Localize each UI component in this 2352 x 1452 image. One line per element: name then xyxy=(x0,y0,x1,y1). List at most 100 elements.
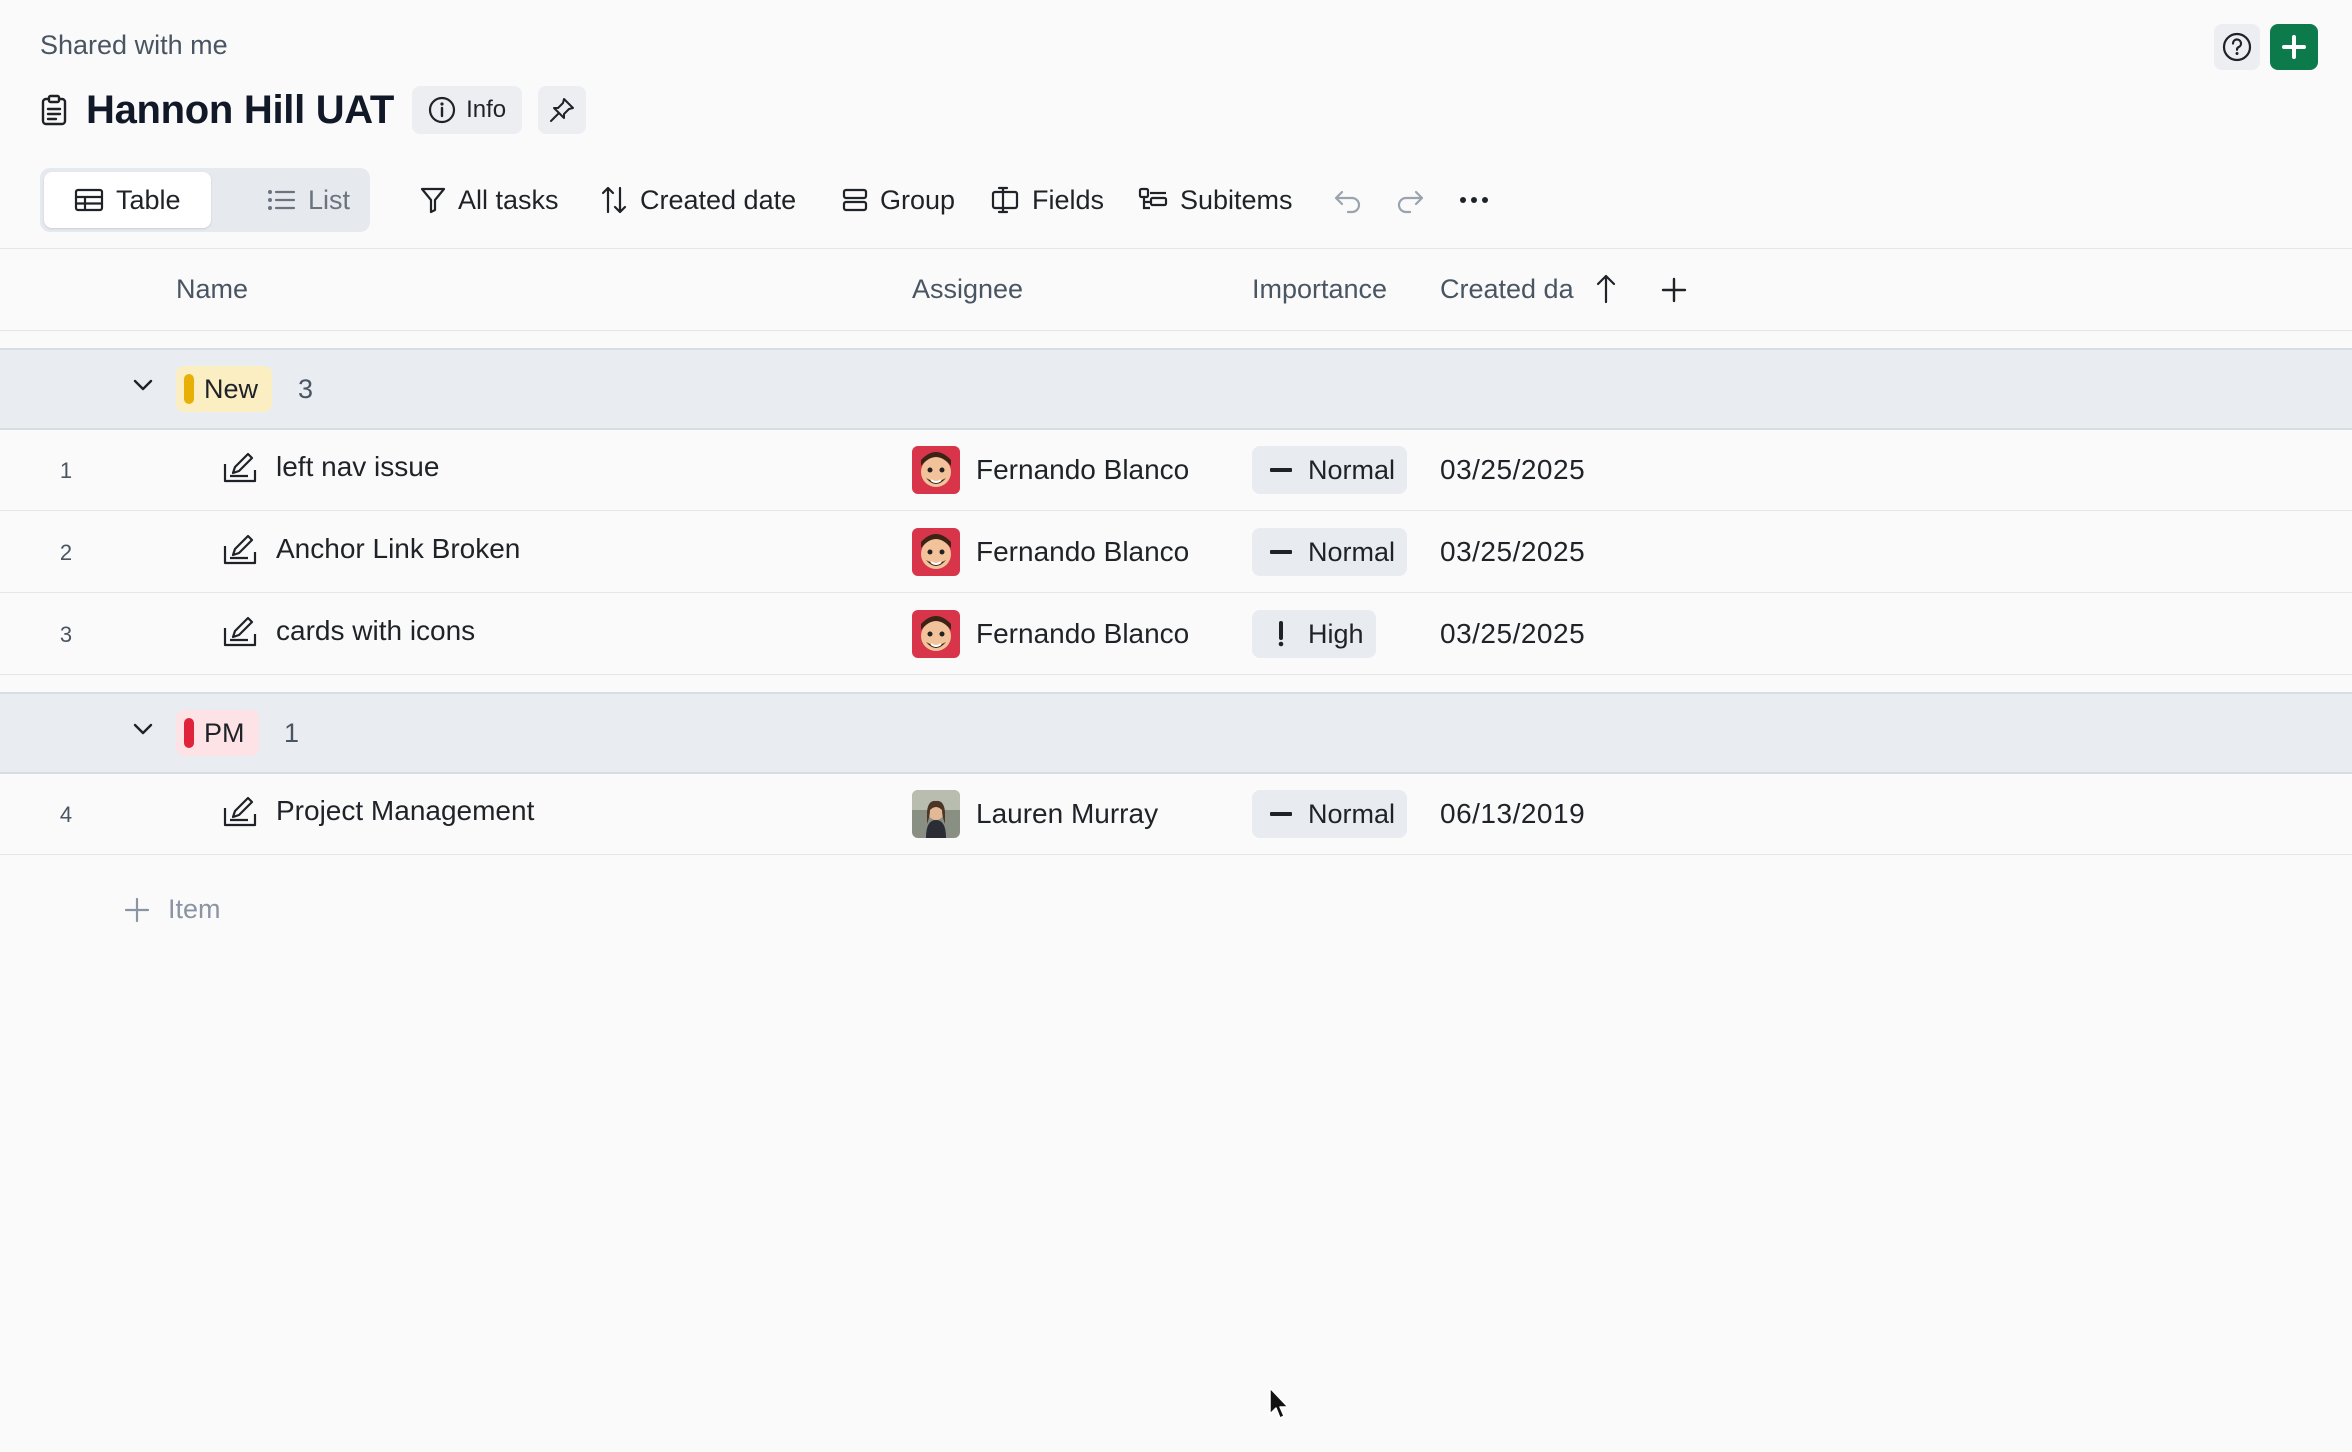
more-button[interactable] xyxy=(1458,180,1490,220)
filter-label: All tasks xyxy=(458,184,559,215)
group-header-new[interactable]: New 3 xyxy=(0,348,2352,430)
help-button[interactable] xyxy=(2214,24,2260,70)
undo-icon xyxy=(1334,190,1361,214)
importance-badge[interactable]: Normal xyxy=(1252,528,1408,576)
info-button[interactable]: Info xyxy=(412,86,523,134)
sort-icon xyxy=(601,186,627,214)
redo-button[interactable] xyxy=(1394,180,1426,220)
assignee-cell[interactable]: Lauren Murray xyxy=(912,790,1158,838)
column-header-importance[interactable]: Importance xyxy=(1252,274,1387,305)
row-number: 3 xyxy=(59,622,73,647)
divider xyxy=(0,510,2352,511)
table-row[interactable]: 1 left nav issue Fernando Blanco Normal … xyxy=(0,430,2352,510)
info-label: Info xyxy=(466,96,507,123)
exclamation-icon xyxy=(1278,621,1284,647)
importance-badge[interactable]: Normal xyxy=(1252,790,1408,838)
tab-table[interactable]: Table xyxy=(44,172,211,228)
add-column-icon[interactable] xyxy=(1660,276,1688,304)
importance-badge[interactable]: High xyxy=(1252,610,1376,658)
assignee-name: Lauren Murray xyxy=(976,798,1159,829)
importance-label: Normal xyxy=(1308,798,1396,829)
column-header-created[interactable]: Created da xyxy=(1440,274,1580,305)
task-cell: Anchor Link Broken xyxy=(222,532,520,566)
task-name[interactable]: left nav issue xyxy=(276,451,439,483)
importance-label: Normal xyxy=(1308,536,1396,567)
undo-button[interactable] xyxy=(1332,180,1364,220)
sort-ascending-icon[interactable] xyxy=(1594,272,1618,304)
filter-button[interactable]: All tasks xyxy=(420,180,559,220)
fields-button[interactable]: Fields xyxy=(990,180,1104,220)
column-header-name[interactable]: Name xyxy=(176,274,248,305)
breadcrumb[interactable]: Shared with me xyxy=(40,30,228,61)
group-count: 3 xyxy=(298,374,314,404)
cursor-icon xyxy=(1269,1387,1289,1419)
assignee-name: Fernando Blanco xyxy=(976,618,1190,649)
view-switcher: Table List xyxy=(40,168,370,232)
group-label: Group xyxy=(880,184,956,215)
group-count: 1 xyxy=(284,718,300,748)
importance-label: High xyxy=(1308,618,1364,649)
group-button[interactable]: Group xyxy=(842,180,955,220)
subitems-button[interactable]: Subitems xyxy=(1138,180,1293,220)
redo-icon xyxy=(1397,190,1424,214)
group-tag-new: New xyxy=(176,366,273,412)
tab-list[interactable]: List xyxy=(246,172,370,228)
assignee-cell[interactable]: Fernando Blanco xyxy=(912,528,1189,576)
list-icon xyxy=(268,190,296,210)
dash-icon xyxy=(1270,550,1292,554)
subitems-icon xyxy=(1138,187,1168,210)
task-icon xyxy=(223,534,257,565)
avatar xyxy=(912,790,960,838)
group-icon xyxy=(842,188,868,212)
table-row[interactable]: 4 Project Management Lauren Murray Norma… xyxy=(0,774,2352,854)
dash-icon xyxy=(1270,468,1292,472)
dash-icon xyxy=(1270,812,1292,816)
page-title: Hannon Hill UAT xyxy=(86,87,395,132)
column-header-assignee[interactable]: Assignee xyxy=(912,274,1023,305)
importance-label: Normal xyxy=(1308,454,1396,485)
group-color-bar xyxy=(184,718,194,748)
divider xyxy=(0,330,2352,331)
task-name[interactable]: cards with icons xyxy=(276,615,475,647)
divider xyxy=(0,674,2352,675)
fields-icon xyxy=(991,186,1019,214)
created-date: 06/13/2019 xyxy=(1440,798,1586,829)
divider xyxy=(0,854,2352,855)
task-name[interactable]: Anchor Link Broken xyxy=(276,533,520,565)
sort-button[interactable]: Created date xyxy=(600,180,796,220)
add-button[interactable] xyxy=(2270,24,2318,70)
group-color-bar xyxy=(184,374,194,404)
created-date: 03/25/2025 xyxy=(1440,536,1586,567)
table-row[interactable]: 3 cards with icons Fernando Blanco High xyxy=(0,594,2352,674)
document-icon xyxy=(41,94,67,126)
tab-list-label: List xyxy=(308,184,351,215)
created-date: 03/25/2025 xyxy=(1440,618,1586,649)
assignee-cell[interactable]: Fernando Blanco xyxy=(912,610,1189,658)
divider xyxy=(0,592,2352,593)
task-icon xyxy=(223,616,257,647)
chevron-down-icon[interactable] xyxy=(132,378,154,392)
task-name[interactable]: Project Management xyxy=(276,795,534,827)
info-icon xyxy=(428,96,456,124)
group-label: PM xyxy=(204,717,245,748)
add-item-button[interactable]: Item xyxy=(124,894,221,925)
plus-icon xyxy=(2282,35,2306,59)
assignee-cell[interactable]: Fernando Blanco xyxy=(912,446,1189,494)
assignee-name: Fernando Blanco xyxy=(976,536,1190,567)
fields-label: Fields xyxy=(1032,184,1105,215)
add-item-label: Item xyxy=(168,894,221,924)
row-number: 1 xyxy=(59,458,73,483)
importance-badge[interactable]: Normal xyxy=(1252,446,1408,494)
avatar xyxy=(912,528,960,576)
pin-button[interactable] xyxy=(538,86,587,134)
table-row[interactable]: 2 Anchor Link Broken Fernando Blanco Nor… xyxy=(0,512,2352,592)
chevron-down-icon[interactable] xyxy=(132,722,154,736)
task-cell: cards with icons xyxy=(222,614,475,648)
group-header-pm[interactable]: PM 1 xyxy=(0,692,2352,774)
subitems-label: Subitems xyxy=(1180,184,1293,215)
table-icon xyxy=(74,188,104,212)
more-icon xyxy=(1460,197,1488,203)
group-tag-pm: PM xyxy=(176,710,259,756)
plus-icon xyxy=(124,897,150,922)
task-cell: Project Management xyxy=(222,794,534,828)
